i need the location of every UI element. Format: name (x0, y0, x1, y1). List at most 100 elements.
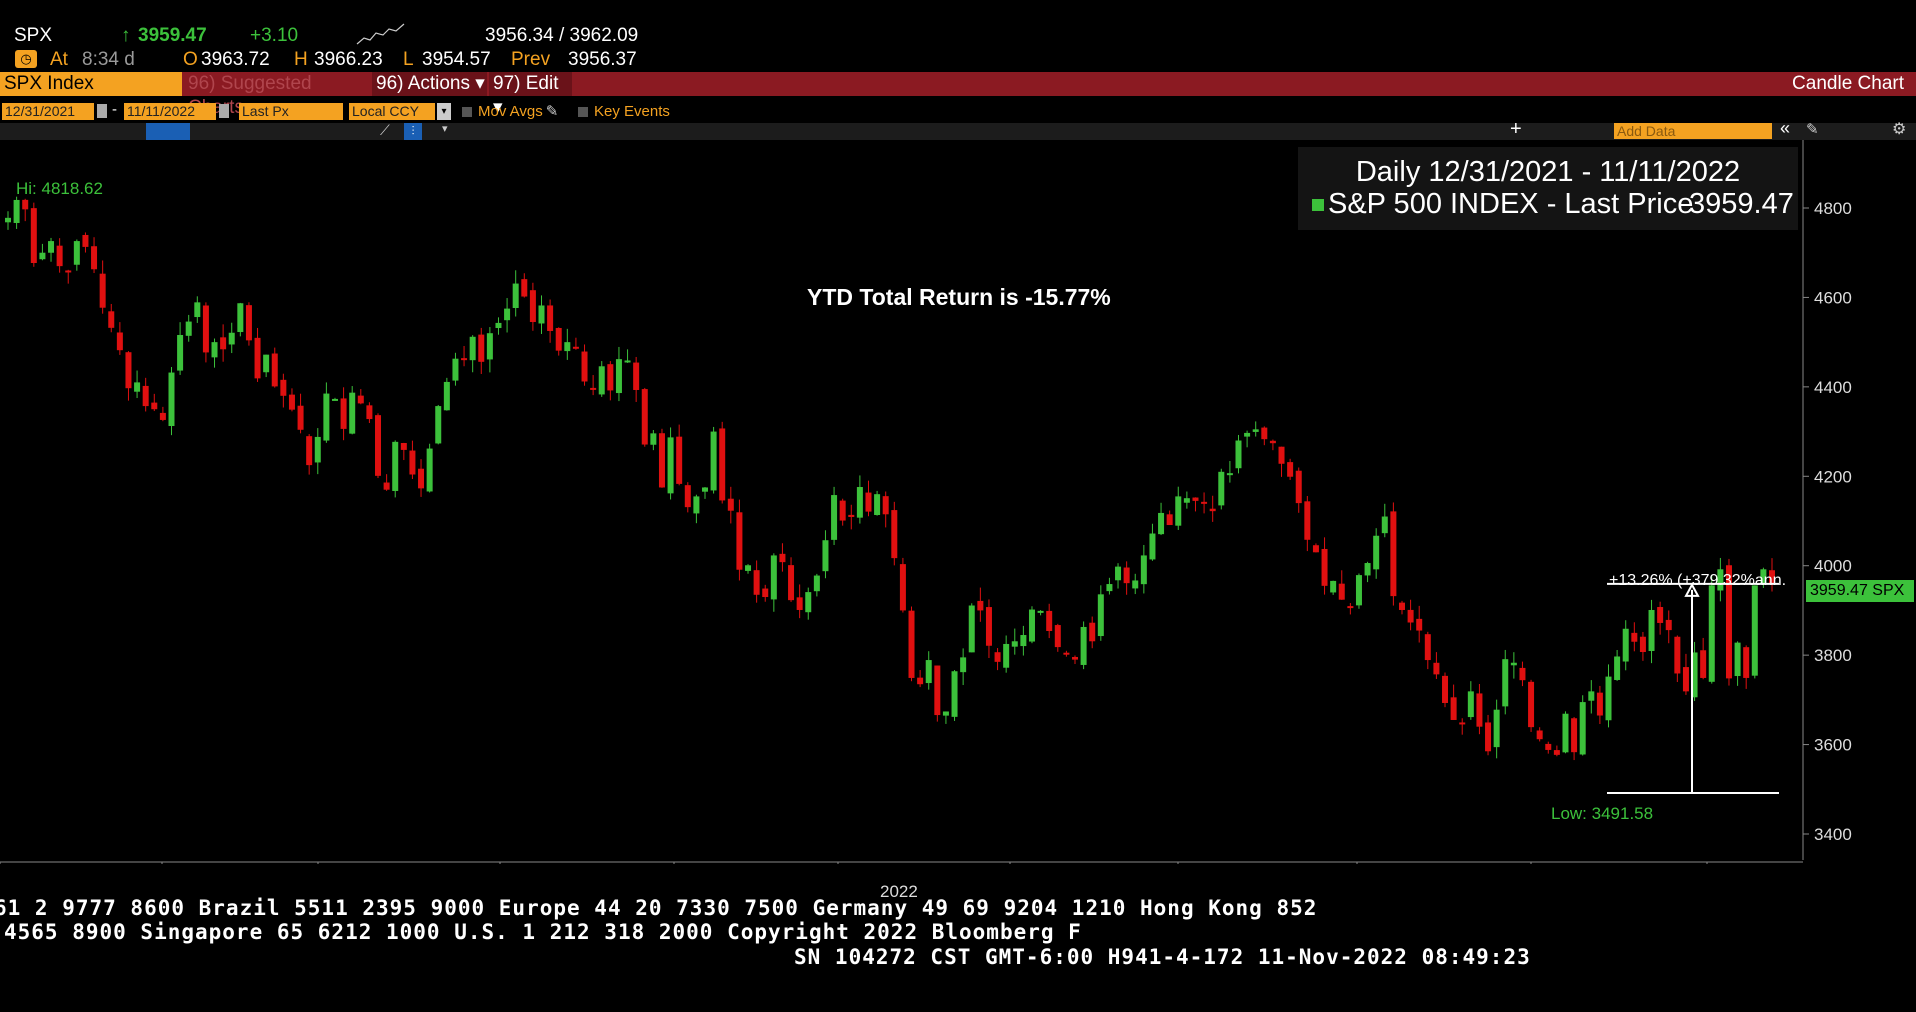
candle-body (1355, 575, 1362, 606)
candle-body (288, 394, 295, 410)
y-tick-label: 4400 (1814, 378, 1852, 397)
checkbox-icon[interactable] (578, 107, 588, 117)
calendar-icon[interactable] (219, 104, 229, 118)
candle-body (547, 305, 554, 331)
end-date-field[interactable]: 11/11/2022 (124, 103, 216, 120)
candle-body (1244, 432, 1251, 437)
candle-body (1054, 625, 1061, 648)
candle-body (116, 332, 123, 351)
candle-body (1166, 514, 1173, 526)
candle-body (366, 405, 373, 420)
candle-body (280, 379, 287, 396)
candle-body (202, 305, 209, 353)
candle-body (598, 366, 605, 395)
candle-body (693, 496, 700, 514)
candle-body (633, 362, 640, 390)
chart-type-title: Candle Chart (1792, 73, 1904, 94)
candle-body (856, 487, 863, 518)
security-tab[interactable]: SPX Index (0, 72, 182, 96)
candle-body (1226, 473, 1233, 476)
candle-body (667, 437, 674, 494)
candle-body (1089, 622, 1096, 642)
collapse-icon[interactable]: « (1780, 118, 1790, 139)
footer-line-1: 61 2 9777 8600 Brazil 5511 2395 9000 Eur… (0, 896, 1318, 920)
candle-body (1373, 535, 1380, 570)
x-tick-label: Nov (1768, 863, 1799, 864)
start-date-field[interactable]: 12/31/2021 (2, 103, 94, 120)
candle-body (874, 494, 881, 515)
candle-body (968, 605, 975, 653)
pencil-icon[interactable]: ✎ (1806, 120, 1819, 138)
candle-body (925, 660, 932, 684)
bid-ask: 3956.34 / 3962.09 (485, 25, 639, 46)
price-field-select[interactable]: Last Px (239, 103, 343, 120)
candle-chart-icon[interactable]: ⫶ (404, 123, 422, 140)
candle-body (452, 358, 459, 381)
candle-body (1209, 508, 1216, 512)
candle-body (839, 500, 846, 521)
low-label: L (403, 49, 414, 70)
candle-body (658, 433, 665, 488)
candle-body (624, 360, 631, 363)
candle-body (82, 234, 89, 247)
x-tick-label: Mar (395, 863, 425, 864)
key-events-toggle[interactable]: Key Events (578, 103, 670, 120)
candle-body (564, 342, 571, 352)
candle-body (1639, 636, 1646, 653)
pencil-icon[interactable]: ✎ (546, 103, 559, 120)
candle-body (1605, 676, 1612, 721)
candle-chart[interactable]: 3400 3600 3800 4000 4200 4400 4600 4800 Jan Feb Ma… (0, 140, 1916, 864)
candle-body (1037, 610, 1044, 613)
candle-body (1020, 635, 1027, 647)
candle-body (960, 657, 967, 673)
candle-body (1614, 656, 1621, 680)
candle-body (99, 273, 106, 308)
mov-avgs-toggle[interactable]: Mov Avgs ✎ (462, 103, 558, 120)
chevron-down-icon[interactable]: ▾ (437, 103, 451, 120)
candle-body (30, 208, 37, 263)
candle-body (1751, 585, 1758, 676)
candle-body (65, 270, 72, 273)
candle-body (1183, 498, 1190, 503)
candle-body (271, 353, 278, 387)
candle-body (108, 311, 115, 328)
actions-menu[interactable]: 96) Actions ▾ (372, 72, 487, 96)
candle-body (486, 333, 493, 360)
footer-line-2: 4565 8900 Singapore 65 6212 1000 U.S. 1 … (4, 920, 1082, 944)
candle-body (1364, 563, 1371, 576)
line-chart-icon[interactable]: ⟋ (380, 122, 390, 139)
candle-body (1510, 662, 1517, 666)
candle-body (555, 327, 562, 351)
edit-menu[interactable]: 97) Edit ▾ (489, 72, 572, 118)
add-data-input[interactable]: Add Data (1614, 123, 1772, 139)
x-tick-label: May (737, 863, 770, 864)
candle-body (1528, 681, 1535, 728)
candle-body (1743, 647, 1750, 678)
chevron-down-icon[interactable]: ▾ (442, 122, 448, 135)
candle-body (779, 553, 786, 563)
calendar-icon[interactable] (97, 104, 107, 118)
candle-body (1080, 626, 1087, 665)
candle-body (1476, 693, 1483, 727)
candle-body (994, 652, 1001, 662)
candle-body (590, 387, 597, 390)
candle-body (977, 600, 984, 611)
candle-body (1312, 545, 1319, 553)
candle-body (701, 487, 708, 492)
candle-body (56, 245, 63, 267)
currency-select[interactable]: Local CCY (349, 103, 435, 120)
candle-body (770, 555, 777, 600)
x-tick-label: Feb (225, 863, 254, 864)
candle-body (1657, 607, 1664, 623)
suggested-charts-tab[interactable]: 96) Suggested Charts (184, 72, 370, 118)
x-tick-label: Jan (68, 863, 95, 864)
candle-body (1519, 667, 1526, 681)
candle-body (1682, 667, 1689, 692)
candle-body (400, 443, 407, 450)
y-tick-label: 3800 (1814, 646, 1852, 665)
gear-icon[interactable]: ⚙ (1892, 119, 1906, 139)
candle-body (435, 406, 442, 444)
checkbox-icon[interactable] (462, 107, 472, 117)
add-panel-icon[interactable]: + (1510, 118, 1522, 141)
candle-body (1158, 512, 1165, 535)
